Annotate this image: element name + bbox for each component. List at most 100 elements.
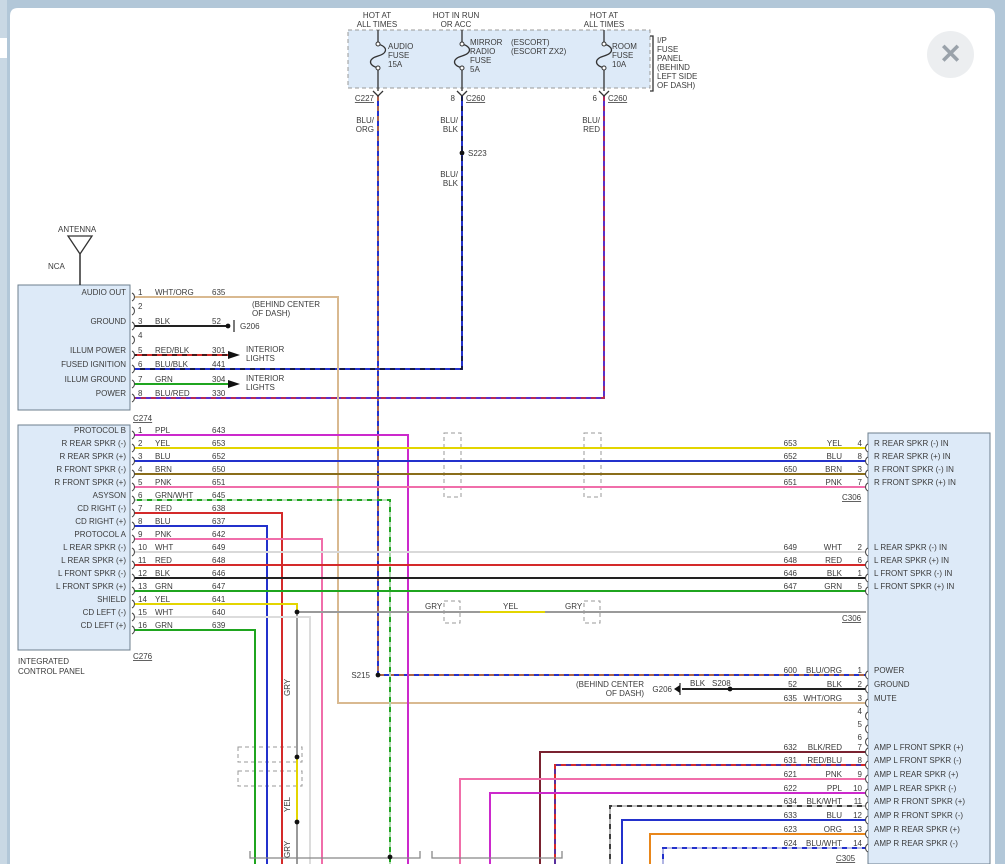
diagram-label: OF DASH) — [252, 309, 291, 318]
pin-function-label: AMP L FRONT SPKR (+) — [874, 743, 964, 752]
pin-function-label: L REAR SPKR (+) — [61, 556, 126, 565]
pin-number: 3 — [858, 465, 863, 474]
wire-color-label: BLK/WHT — [806, 797, 842, 806]
pin-function-label: ILLUM POWER — [70, 346, 126, 355]
diagram-label: C260 — [608, 94, 628, 103]
pin-number: 4 — [858, 439, 863, 448]
pin-function-label: L REAR SPKR (+) IN — [874, 556, 949, 565]
diagram-label: BLK — [690, 679, 706, 688]
pin-arc — [132, 307, 134, 315]
pin-number: 6 — [858, 733, 863, 742]
diagram-label: RADIO — [470, 47, 495, 56]
diagram-label: C274 — [133, 414, 153, 423]
pin-number: 5 — [138, 346, 143, 355]
pin-number: 8 — [138, 389, 143, 398]
pin-arc — [132, 613, 134, 621]
diagram-label: C276 — [133, 652, 153, 661]
circuit-number: 634 — [784, 797, 798, 806]
pin-number: 3 — [138, 317, 143, 326]
pin-arc — [866, 725, 868, 733]
pin-arc — [132, 626, 134, 634]
diagram-label: C306 — [842, 493, 862, 502]
diagram-label: HOT IN RUN — [433, 11, 480, 20]
pin-function-label: R REAR SPKR (-) — [62, 439, 127, 448]
wire-color-label: WHT — [824, 543, 842, 552]
circuit-number: 650 — [212, 465, 226, 474]
diagram-label: INTERIOR — [246, 374, 284, 383]
diagram-label: (BEHIND CENTER — [576, 680, 644, 689]
circuit-number: 652 — [212, 452, 226, 461]
splice-dot — [388, 855, 393, 860]
wire-color-label: BLU/ORG — [806, 666, 842, 675]
fuse-terminal — [460, 42, 464, 46]
pin-number: 13 — [853, 825, 862, 834]
pin-function-label: GROUND — [90, 317, 126, 326]
pin-arc — [132, 351, 134, 359]
circuit-number: 624 — [784, 839, 798, 848]
pin-number: 1 — [858, 569, 863, 578]
pin-number: 8 — [858, 756, 863, 765]
pin-function-label: PROTOCOL B — [74, 426, 126, 435]
pin-number: 8 — [858, 452, 863, 461]
diagram-label: OF DASH) — [657, 81, 696, 90]
pin-arc — [866, 699, 868, 707]
wire-color-label: RED — [155, 556, 172, 565]
diagram-label: C305 — [836, 854, 856, 863]
wire-color-label: YEL — [155, 439, 171, 448]
pin-arc — [132, 322, 134, 330]
pin-function-label: L FRONT SPKR (-) — [58, 569, 126, 578]
diagram-label: 5A — [470, 65, 480, 74]
wire-color-label: BLU/RED — [155, 389, 190, 398]
close-button[interactable]: ✕ — [927, 31, 974, 78]
pin-function-label: ILLUM GROUND — [65, 375, 127, 384]
pin-arc — [132, 574, 134, 582]
pin-function-label: AMP L REAR SPKR (+) — [874, 770, 959, 779]
diagram-label: INTERIOR — [246, 345, 284, 354]
pin-number: 15 — [138, 608, 147, 617]
pin-arc — [866, 548, 868, 556]
pin-arc — [132, 394, 134, 402]
diagram-label: NCA — [48, 262, 66, 271]
pin-function-label: AMP L FRONT SPKR (-) — [874, 756, 962, 765]
pin-arc — [866, 844, 868, 852]
diagram-label: INTEGRATED — [18, 657, 69, 666]
pin-function-label: R FRONT SPKR (+) — [54, 478, 126, 487]
circuit-number: 52 — [788, 680, 797, 689]
circuit-number: 646 — [784, 569, 798, 578]
circuit-number: 653 — [212, 439, 226, 448]
diagram-label: PANEL — [657, 54, 683, 63]
pin-arc — [866, 712, 868, 720]
diagram-label: BLU/ — [440, 170, 459, 179]
circuit-number: 622 — [784, 784, 798, 793]
diagram-label: OR ACC — [441, 20, 472, 29]
wiring-diagram: 1WHT/ORG635AUDIO OUT23BLK52GROUND45RED/B… — [0, 0, 1005, 864]
pin-function-label: AMP R FRONT SPKR (-) — [874, 811, 963, 820]
pin-number: 1 — [858, 666, 863, 675]
diagram-label: BLK — [443, 125, 459, 134]
pin-function-label: MUTE — [874, 694, 897, 703]
pin-function-label: R REAR SPKR (+) IN — [874, 452, 951, 461]
wire-color-label: GRN — [155, 621, 173, 630]
circuit-number: 623 — [784, 825, 798, 834]
diagram-label: YEL — [503, 602, 519, 611]
pin-arc — [866, 444, 868, 452]
wire-color-label: BLK — [155, 317, 171, 326]
circuit-number: 640 — [212, 608, 226, 617]
circuit-number: 645 — [212, 491, 226, 500]
pin-arc — [132, 548, 134, 556]
diagram-label: FUSE — [657, 45, 678, 54]
pin-function-label: L REAR SPKR (-) IN — [874, 543, 947, 552]
pin-function-label: CD LEFT (-) — [83, 608, 127, 617]
diagram-label: LIGHTS — [246, 383, 275, 392]
pin-number: 7 — [138, 504, 143, 513]
diagram-label: ROOM — [612, 42, 637, 51]
diagram-label: ORG — [356, 125, 374, 134]
circuit-number: 639 — [212, 621, 226, 630]
wire-color-label: GRN — [155, 582, 173, 591]
pin-number: 2 — [858, 543, 863, 552]
fuse-terminal — [376, 66, 380, 70]
pin-number: 9 — [858, 770, 863, 779]
diagram-label: OF DASH) — [606, 689, 645, 698]
circuit-number: 651 — [212, 478, 226, 487]
pin-number: 7 — [138, 375, 143, 384]
